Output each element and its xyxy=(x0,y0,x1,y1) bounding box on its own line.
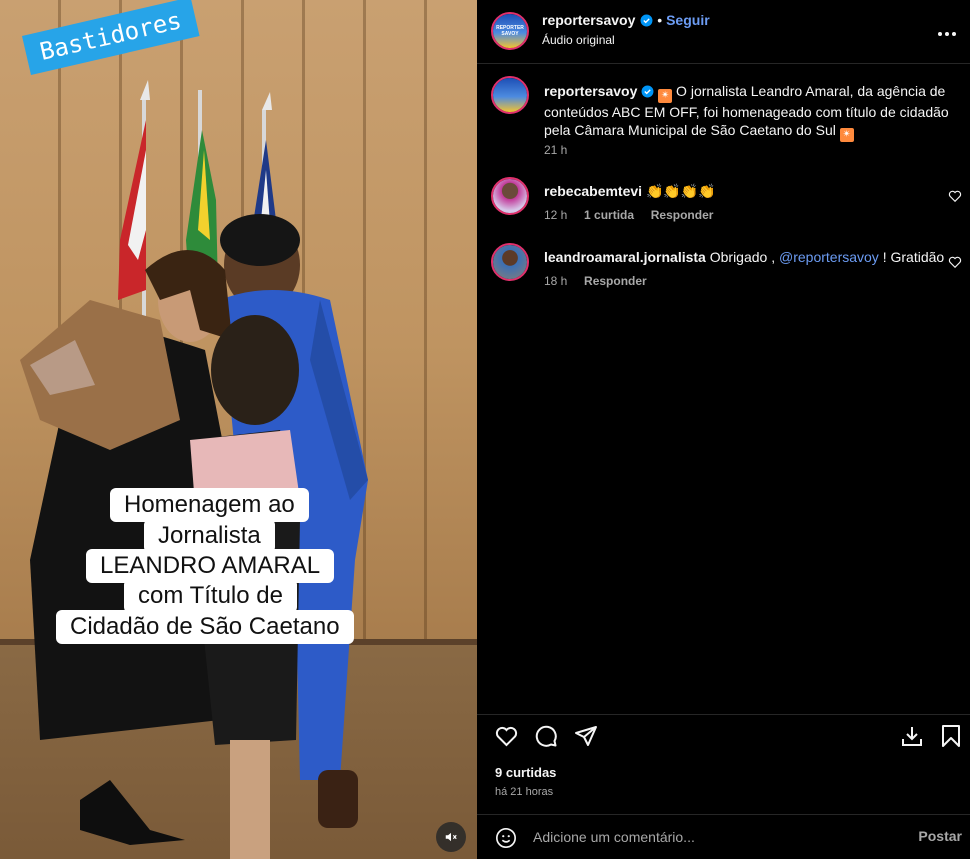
comment-mention[interactable]: @reportersavoy xyxy=(779,249,879,265)
follow-button[interactable]: Seguir xyxy=(666,12,710,28)
mute-button[interactable] xyxy=(436,822,466,852)
heart-icon[interactable] xyxy=(948,255,962,269)
post-username[interactable]: reportersavoy xyxy=(542,12,635,28)
avatar-text: REPORTER SAVOY xyxy=(496,25,524,37)
overlay-line: LEANDRO AMARAL xyxy=(86,549,335,583)
post-time: há 21 horas xyxy=(495,786,554,798)
comment-text: Obrigado , xyxy=(709,249,779,265)
post-media[interactable]: Bastidores Homenagem ao Jornalista LEAND… xyxy=(0,0,477,859)
comment-text-after: ! Gratidão xyxy=(878,249,945,265)
caption: reportersavoy ✴ O jornalista Leandro Ama… xyxy=(544,82,954,142)
overlay-line: Cidadão de São Caetano xyxy=(56,610,354,644)
heart-icon[interactable] xyxy=(948,189,962,203)
emoji-icon[interactable] xyxy=(495,827,517,849)
people-graphic xyxy=(20,214,368,859)
spark-icon: ✴ xyxy=(658,89,673,103)
comment-avatar[interactable] xyxy=(491,177,529,215)
likes-count[interactable]: 9 curtidas xyxy=(495,765,556,780)
post-comment-button[interactable]: Postar xyxy=(918,828,962,844)
reply-button[interactable]: Responder xyxy=(584,274,647,288)
avatar[interactable]: REPORTER SAVOY xyxy=(491,12,529,50)
caption-time: 21 h xyxy=(544,143,568,157)
comment-icon[interactable] xyxy=(534,724,558,748)
overlay-line: Jornalista xyxy=(144,519,275,553)
verified-icon xyxy=(641,85,654,98)
comment-text: 👏👏👏👏 xyxy=(645,183,716,199)
more-options-icon xyxy=(938,32,956,36)
action-bar xyxy=(477,714,970,758)
comment-time: 12 h xyxy=(544,208,568,222)
share-icon[interactable] xyxy=(574,724,598,748)
overlay-line: com Título de xyxy=(124,579,297,613)
audio-label[interactable]: Áudio original xyxy=(542,33,615,47)
download-icon[interactable] xyxy=(900,724,924,748)
post-panel: REPORTER SAVOY reportersavoy • Seguir Áu… xyxy=(477,0,970,859)
mute-icon xyxy=(445,832,457,842)
post-header: REPORTER SAVOY reportersavoy • Seguir Áu… xyxy=(477,0,970,64)
comment-input[interactable] xyxy=(533,825,893,849)
comment-username[interactable]: rebecabemtevi xyxy=(544,183,642,199)
comment-likes[interactable]: 1 curtida xyxy=(584,208,634,222)
comment-time: 18 h xyxy=(544,274,568,288)
comment-bar: Postar xyxy=(477,814,970,859)
heart-icon[interactable] xyxy=(494,724,519,748)
comment-avatar[interactable] xyxy=(491,243,529,281)
comment-username[interactable]: leandroamaral.jornalista xyxy=(544,249,706,265)
bookmark-icon[interactable] xyxy=(940,724,962,748)
spark-icon: ✴ xyxy=(839,128,854,142)
caption-username[interactable]: reportersavoy xyxy=(544,83,637,99)
reply-button[interactable]: Responder xyxy=(651,208,714,222)
overlay-line: Homenagem ao xyxy=(110,488,309,522)
caption-avatar[interactable] xyxy=(491,76,529,114)
verified-icon xyxy=(640,14,653,27)
more-options-button[interactable] xyxy=(938,24,956,42)
